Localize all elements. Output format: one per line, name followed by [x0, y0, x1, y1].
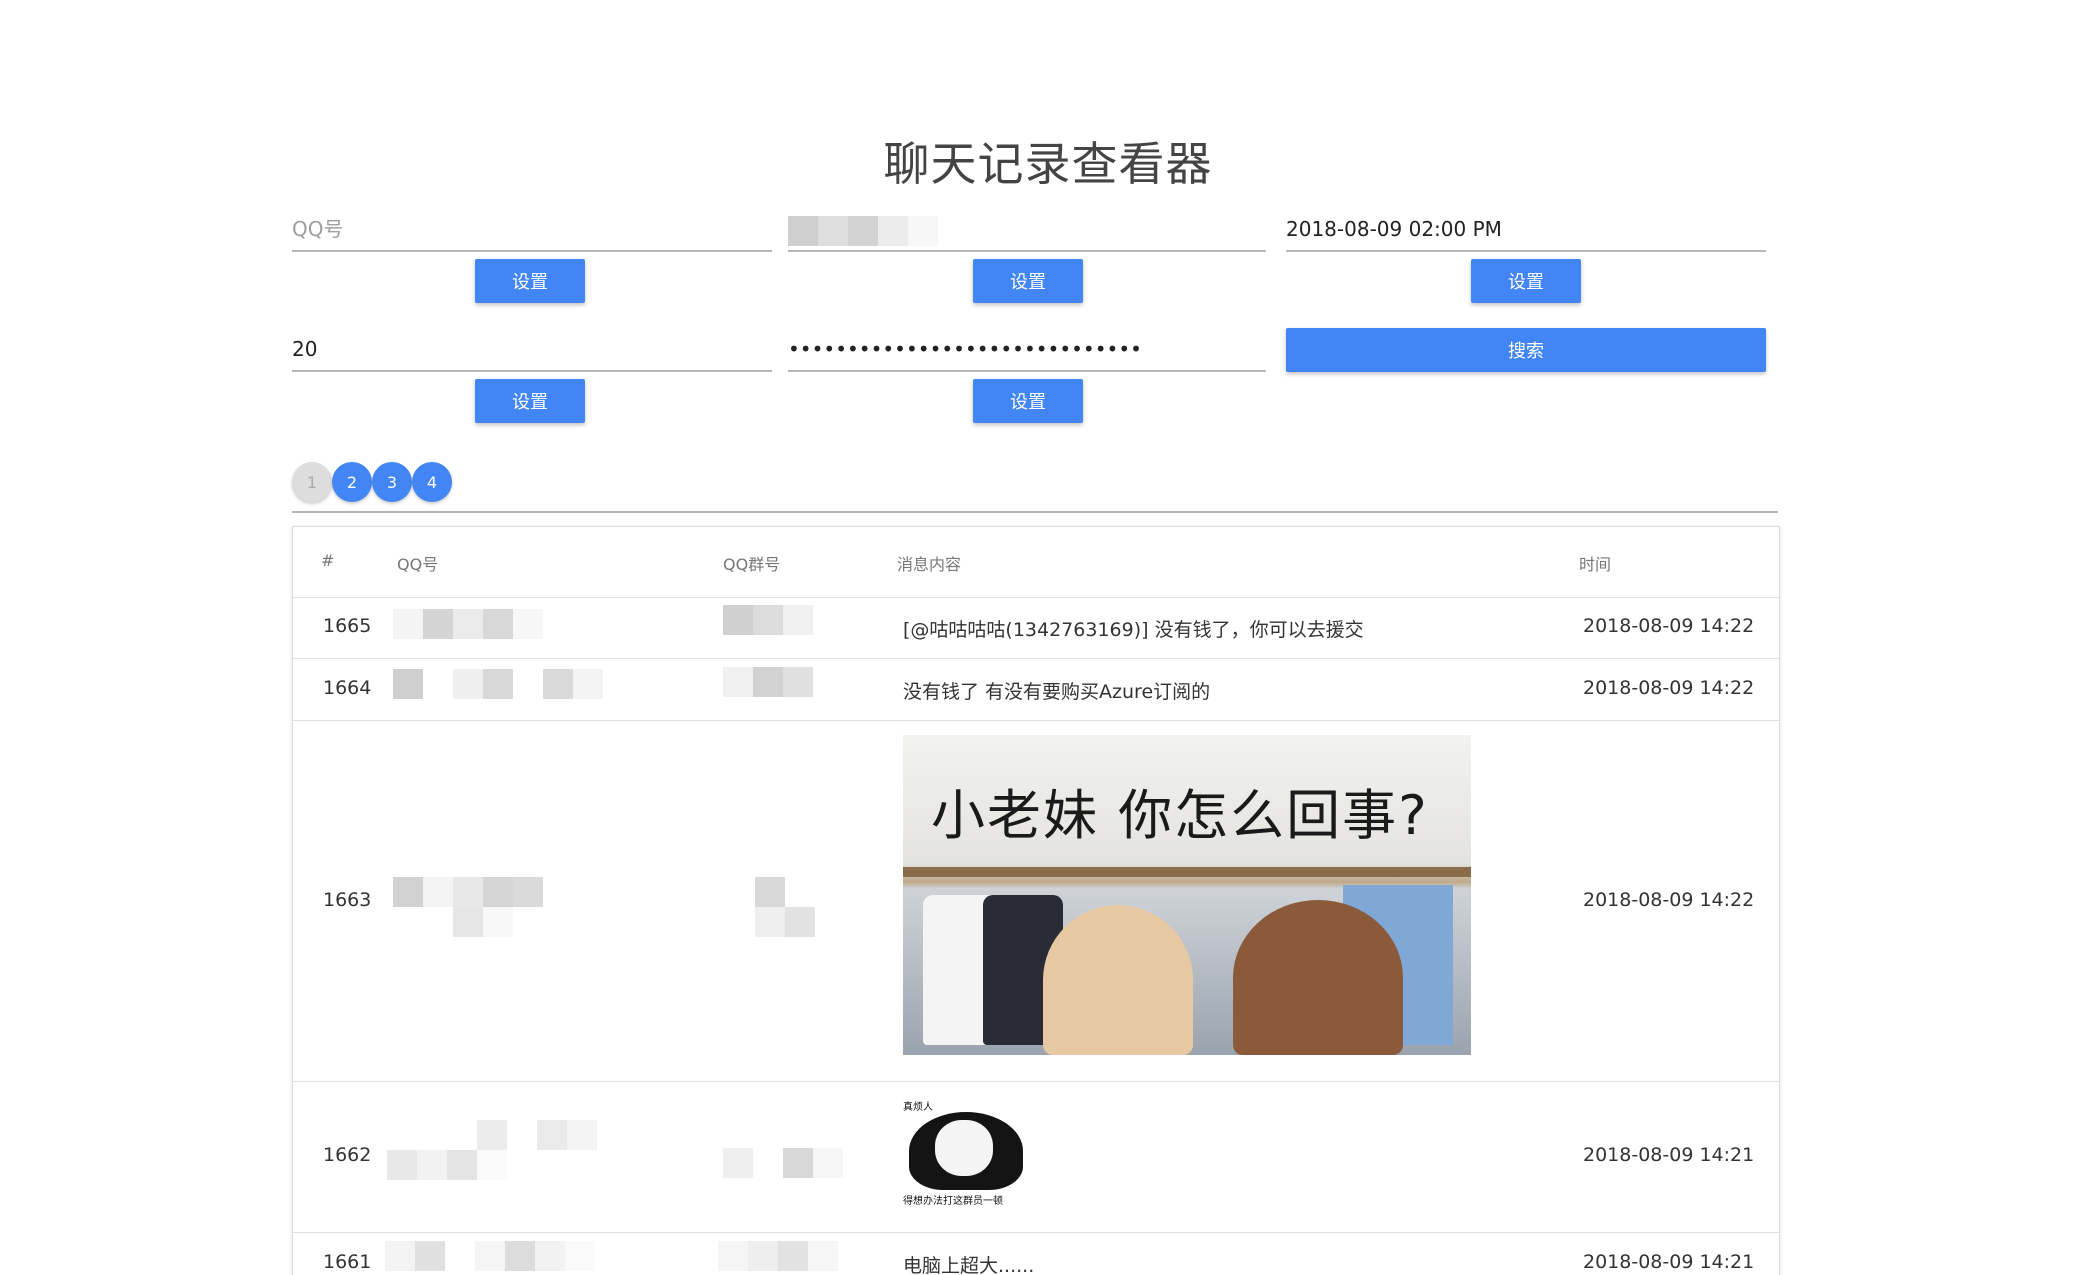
message-time: 2018-08-09 14:21: [1583, 1144, 1755, 1166]
image-clothes-rail: [903, 867, 1471, 877]
redacted-group-number: [723, 667, 843, 697]
redacted-qq-number: [393, 609, 583, 639]
limit-input[interactable]: [292, 330, 772, 368]
redacted-qq-number: [393, 669, 613, 699]
set-datetime-button[interactable]: 设置: [1471, 259, 1581, 303]
header-id: #: [321, 551, 335, 570]
redacted-group-number: [718, 1241, 848, 1271]
header-time: 时间: [1579, 555, 1612, 574]
message-content: 电脑上超大......: [903, 1255, 1035, 1275]
table-row: 1665 [@咕咕咕咕(1342763169)] 没有钱了，你可以去援交 201…: [293, 597, 1779, 659]
message-sticker[interactable]: 真烦人 得想办法打这群员一顿: [903, 1098, 1027, 1208]
page-1-button[interactable]: 1: [292, 462, 332, 502]
page-title: 聊天记录查看器: [883, 137, 1213, 191]
message-time: 2018-08-09 14:22: [1583, 889, 1755, 911]
message-time: 2018-08-09 14:22: [1583, 615, 1755, 637]
table-row: 1663 小老妹 你怎么回事? 2018-08-09 14:22: [293, 721, 1779, 1082]
table-header: # QQ号 QQ群号 消息内容 时间: [293, 527, 1779, 598]
row-id: 1665: [323, 615, 372, 637]
message-time: 2018-08-09 14:21: [1583, 1251, 1755, 1273]
page-3-button[interactable]: 3: [372, 462, 412, 502]
password-field: [788, 326, 1266, 372]
page-4-button[interactable]: 4: [412, 462, 452, 502]
chat-log-viewer-page: 聊天记录查看器 设置 设置 设置 搜索 设置 设置 1 2 3 4 # QQ号 …: [0, 0, 2096, 1275]
row-id: 1661: [323, 1251, 372, 1273]
set-limit-button[interactable]: 设置: [475, 379, 585, 423]
header-content: 消息内容: [897, 555, 962, 574]
message-content: 没有钱了 有没有要购买Azure订阅的: [903, 681, 1211, 703]
redacted-group-number: [755, 877, 815, 937]
redacted-qq-number: [393, 877, 543, 937]
redacted-group-number: [723, 605, 843, 635]
sticker-caption-top: 真烦人: [903, 1102, 933, 1113]
qq-field: [292, 206, 772, 252]
pagination-divider: [292, 511, 1778, 513]
image-boy-character: [1233, 900, 1403, 1055]
header-qq: QQ号: [397, 555, 439, 574]
redacted-qq-number: [385, 1241, 595, 1271]
sticker-caption-bottom: 得想办法打这群员一顿: [903, 1196, 1003, 1207]
message-time: 2018-08-09 14:22: [1583, 677, 1755, 699]
page-2-button[interactable]: 2: [332, 462, 372, 502]
row-id: 1664: [323, 677, 372, 699]
redacted-group-number: [723, 1148, 843, 1178]
password-input[interactable]: [788, 330, 1266, 368]
limit-field: [292, 326, 772, 372]
header-group: QQ群号: [723, 555, 781, 574]
table-row: 1662 真烦人 得想办法打这群员一顿 2018-08-09 14:21: [293, 1082, 1779, 1233]
message-image[interactable]: 小老妹 你怎么回事?: [903, 735, 1471, 1055]
message-content: [@咕咕咕咕(1342763169)] 没有钱了，你可以去援交: [903, 619, 1364, 641]
set-password-button[interactable]: 设置: [973, 379, 1083, 423]
sticker-panda-face: [935, 1120, 993, 1176]
group-field: [788, 206, 1266, 252]
qq-input[interactable]: [292, 210, 772, 248]
datetime-input[interactable]: [1286, 210, 1766, 248]
row-id: 1662: [323, 1144, 372, 1166]
redacted-group-value: [788, 216, 938, 246]
search-button[interactable]: 搜索: [1286, 328, 1766, 372]
table-row: 1661 电脑上超大...... 2018-08-09 14:21: [293, 1233, 1779, 1275]
redacted-qq-number: [387, 1120, 627, 1180]
messages-table: # QQ号 QQ群号 消息内容 时间 1665 [@咕咕咕咕(134276316…: [292, 526, 1780, 1275]
table-row: 1664 没有钱了 有没有要购买Azure订阅的 2018-08-09 14:2…: [293, 659, 1779, 721]
row-id: 1663: [323, 889, 372, 911]
image-girl-character: [1043, 905, 1193, 1055]
datetime-field: [1286, 206, 1766, 252]
set-group-button[interactable]: 设置: [973, 259, 1083, 303]
set-qq-button[interactable]: 设置: [475, 259, 585, 303]
pagination: 1 2 3 4: [292, 462, 452, 502]
image-meme-text: 小老妹 你怎么回事?: [931, 784, 1429, 847]
